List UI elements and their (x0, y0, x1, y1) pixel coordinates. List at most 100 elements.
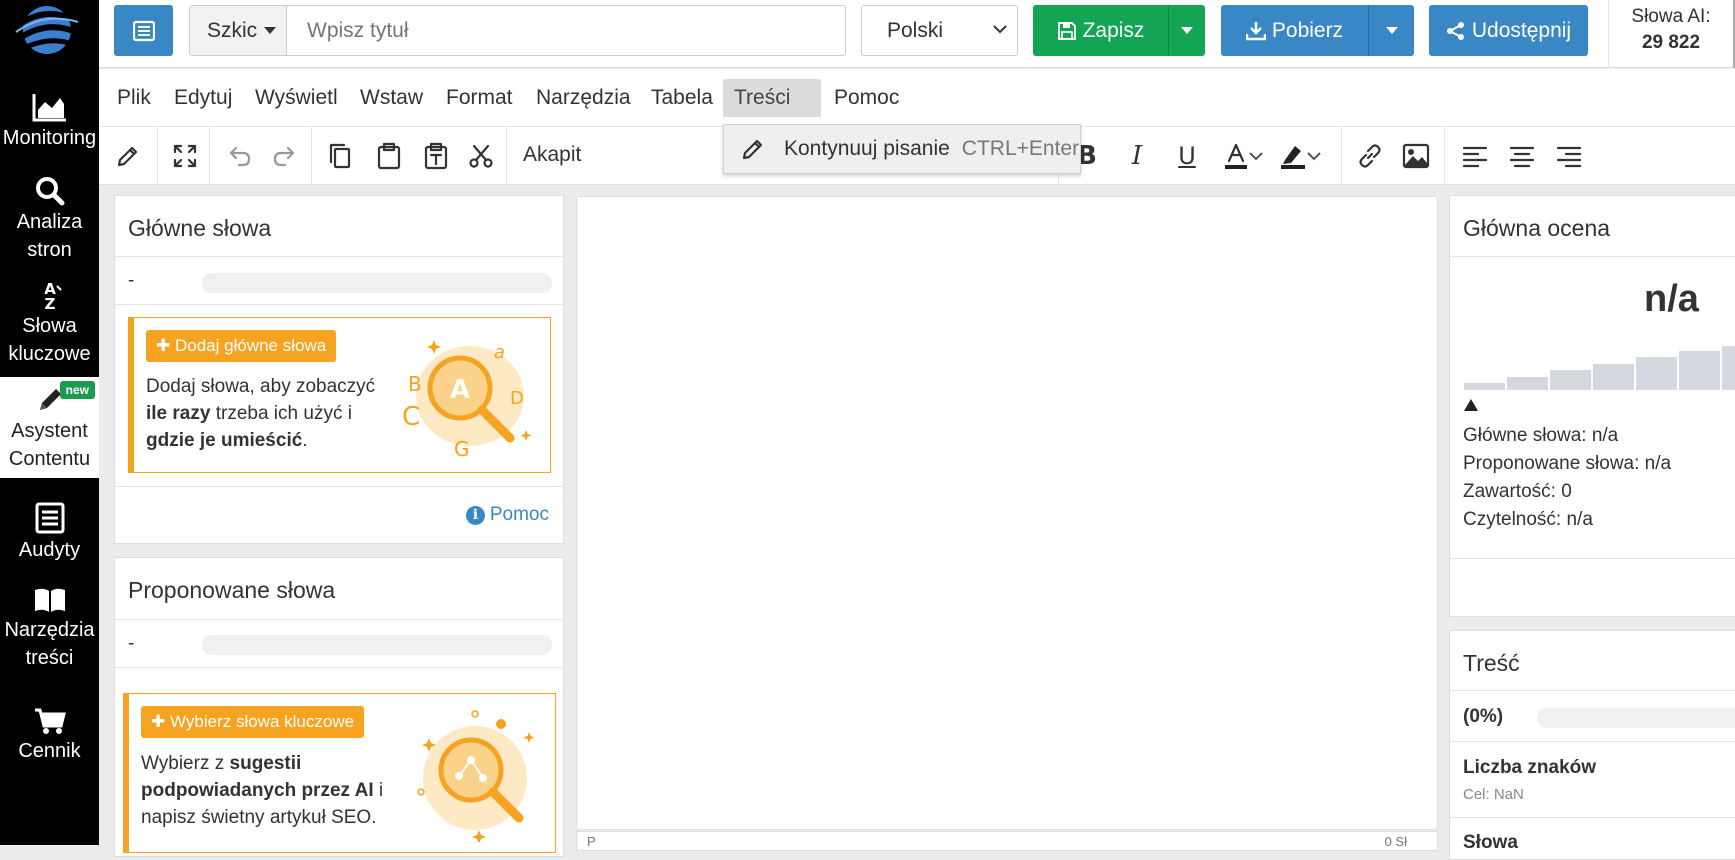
edit-pencil-icon[interactable] (112, 141, 144, 171)
sidebar-item-label: Słowa kluczowe (8, 315, 91, 365)
editor-statusbar: P 0 Sł (576, 831, 1438, 851)
language-select[interactable]: Polski (861, 5, 1018, 56)
menu-table[interactable]: Tabela (640, 79, 724, 117)
share-button[interactable]: Udostępnij (1429, 5, 1588, 56)
italic-icon[interactable]: I (1121, 141, 1153, 171)
add-main-words-button[interactable]: ✚ Dodaj główne słowa (146, 330, 337, 362)
desc-text: Wybierz z (141, 753, 225, 774)
panel-title: Treść (1463, 650, 1520, 676)
fullscreen-icon[interactable] (169, 141, 201, 171)
toolbar-group (1445, 127, 1735, 185)
toolbar-group (312, 127, 507, 185)
divider (115, 619, 563, 620)
search-icon (35, 177, 64, 206)
chevron-down-icon (993, 25, 1007, 34)
help-link[interactable]: i Pomoc (465, 504, 549, 526)
sidebar-item-monitoring[interactable]: Monitoring (0, 92, 99, 158)
top-bar: Szkic Polski Zapisz Pobierz Udostępnij S… (99, 0, 1735, 68)
keyword-placeholder: - (128, 270, 135, 291)
plus-icon: ✚ (156, 336, 171, 355)
menu-format[interactable]: Format (435, 79, 524, 117)
paste-icon[interactable] (373, 141, 405, 171)
content-percent: (0%) (1463, 706, 1504, 727)
area-chart-icon (32, 94, 66, 122)
sidebar: Monitoring Analiza stron AZ Słowa kluczo… (0, 0, 99, 845)
save-button[interactable]: Zapisz (1033, 5, 1168, 56)
svg-text:G: G (454, 437, 470, 461)
paste-text-icon[interactable] (420, 141, 452, 171)
title-input[interactable] (286, 5, 846, 56)
undo-icon[interactable] (224, 141, 256, 171)
promo-description: Wybierz z sugestii podpowiadanych przez … (141, 750, 403, 831)
sidebar-item-keywords[interactable]: AZ Słowa kluczowe (0, 280, 99, 370)
sidebar-item-content-tools[interactable]: Narzędzia treści (0, 586, 99, 676)
sidebar-item-label: Cennik (18, 740, 81, 762)
content-panel: Treść (0%) Liczba znaków Cel: NaN Słowa (1449, 630, 1735, 860)
sidebar-item-pricing[interactable]: Cennik (0, 707, 99, 773)
document-list-button[interactable] (114, 5, 173, 56)
highlight-color-chevron-icon[interactable] (1303, 141, 1325, 171)
menu-tools[interactable]: Narzędzia (525, 79, 642, 117)
menu-help[interactable]: Pomoc (823, 79, 910, 117)
sidebar-item-audits[interactable]: Audyty (0, 502, 99, 568)
svg-text:a: a (494, 342, 505, 363)
floppy-disk-icon (1057, 21, 1076, 40)
divider (115, 304, 563, 305)
menu-edit[interactable]: Edytuj (163, 79, 243, 117)
block-format-value: Akapit (523, 143, 582, 166)
list-icon (35, 502, 64, 534)
desc-text: trzeba ich użyć i (215, 403, 352, 424)
score-value: n/a (1644, 278, 1699, 320)
cut-icon[interactable] (465, 141, 497, 171)
toolbar-group (99, 127, 158, 185)
panel-title: Proponowane słowa (128, 577, 336, 603)
book-icon (34, 588, 65, 612)
download-button[interactable]: Pobierz (1221, 5, 1368, 56)
svg-text:A: A (450, 375, 470, 405)
editor-area[interactable] (576, 196, 1438, 830)
align-right-icon[interactable] (1553, 141, 1585, 171)
text-color-chevron-icon[interactable] (1245, 141, 1267, 171)
cart-icon (34, 708, 66, 734)
chars-target: Cel: NaN (1463, 786, 1524, 803)
globe-logo-icon[interactable] (14, 2, 80, 58)
ai-words-counter: Słowa AI: 29 822 (1608, 4, 1734, 56)
image-icon[interactable] (1400, 141, 1432, 171)
toolbar-group (210, 127, 312, 185)
menu-file[interactable]: Plik (106, 79, 162, 117)
choose-keywords-button[interactable]: ✚ Wybierz słowa kluczowe (141, 706, 365, 738)
menu-view[interactable]: Wyświetl (244, 79, 349, 117)
align-left-icon[interactable] (1459, 141, 1491, 171)
score-scale-step (1593, 364, 1634, 390)
pencil-icon (742, 139, 763, 160)
download-options-button[interactable] (1368, 5, 1414, 56)
copy-icon[interactable] (324, 141, 356, 171)
menu-bar: Plik Edytuj Wyświetl Wstaw Format Narzęd… (99, 69, 1735, 147)
proposed-words-panel: Proponowane słowa - ✚ Wybierz słowa kluc… (114, 557, 564, 857)
sidebar-item-page-analysis[interactable]: Analiza stron (0, 176, 99, 266)
continue-writing-item[interactable]: Kontynuuj pisanie CTRL+Enter (724, 125, 1080, 173)
score-scale-step (1464, 383, 1505, 390)
save-options-button[interactable] (1168, 5, 1205, 56)
svg-text:Z: Z (44, 295, 55, 310)
svg-text:B: B (408, 372, 422, 396)
sidebar-item-content-assistant[interactable]: new Asystent Contentu (0, 377, 99, 478)
align-center-icon[interactable] (1506, 141, 1538, 171)
words-label: Słowa (1463, 832, 1518, 853)
svg-text:C: C (402, 402, 420, 432)
divider (1450, 817, 1735, 818)
menu-ai-content[interactable]: Treści AI (723, 79, 821, 147)
language-select-value: Polski (887, 18, 944, 42)
divider (1450, 741, 1735, 742)
redo-icon[interactable] (268, 141, 300, 171)
underline-icon[interactable]: U (1171, 141, 1203, 171)
link-icon[interactable] (1354, 141, 1386, 171)
continue-writing-label: Kontynuuj pisanie (784, 137, 950, 160)
status-select[interactable]: Szkic (189, 5, 287, 56)
panel-title: Główna ocena (1463, 215, 1611, 241)
plus-icon: ✚ (151, 712, 166, 731)
desc-bold: ile razy (146, 403, 211, 424)
divider (1450, 690, 1735, 691)
menu-insert[interactable]: Wstaw (349, 79, 434, 117)
score-line: Główne słowa: n/a (1463, 425, 1619, 446)
